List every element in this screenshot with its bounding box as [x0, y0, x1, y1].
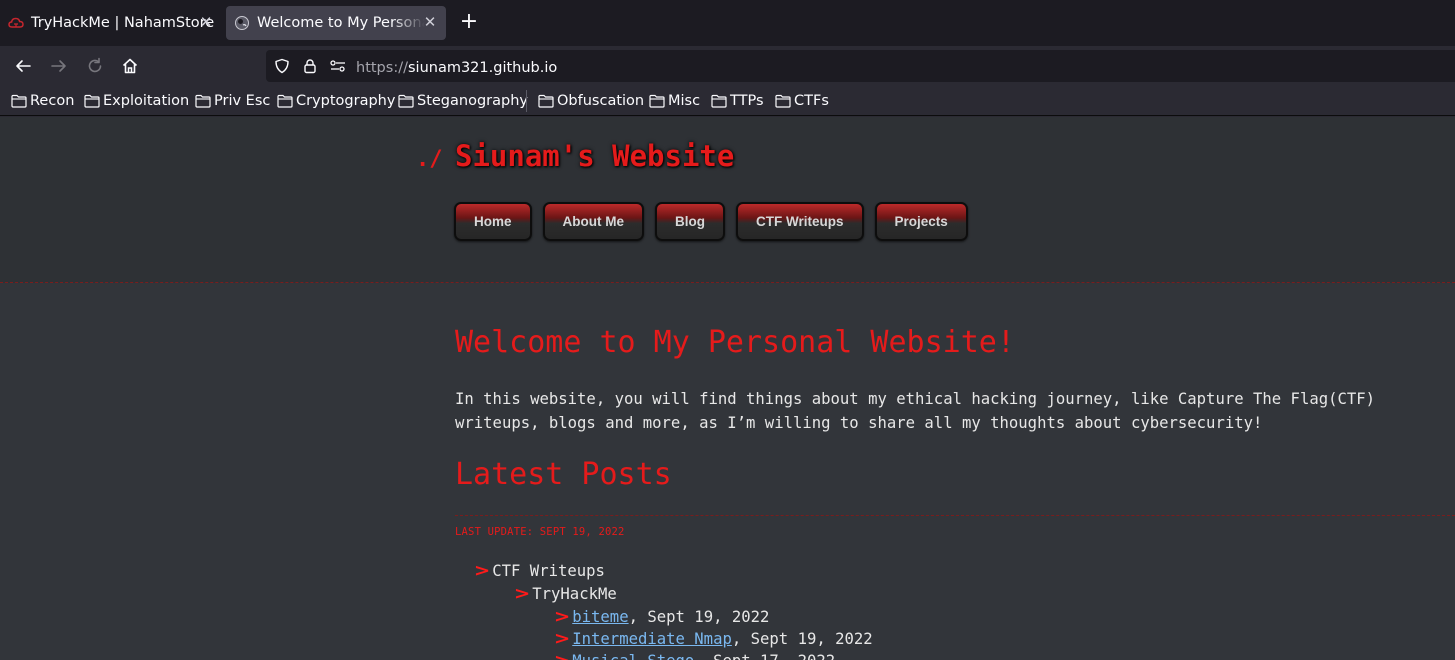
list-item: >Musical Stego, Sept 17, 2022 [554, 650, 835, 660]
bookmark-folder-recon[interactable]: Recon [11, 91, 74, 111]
url-text[interactable]: https://siunam321.github.io [356, 57, 557, 76]
main-content: Welcome to My Personal Website! In this … [455, 323, 1455, 538]
globe-icon [234, 15, 250, 31]
tab-strip: TryHackMe | NahamStore ✕ Welcome to My P… [0, 0, 1455, 46]
intro-paragraph: In this website, you will find things ab… [455, 390, 1376, 432]
bookmarks-toolbar: Recon Exploitation Priv Esc Cryptography… [0, 86, 1455, 116]
last-update-label: LAST UPDATE: SEPT 19, 2022 [455, 526, 625, 538]
welcome-heading: Welcome to My Personal Website! [455, 325, 1015, 360]
navigation-toolbar: https://siunam321.github.io [0, 46, 1455, 86]
bookmark-label: TTPs [730, 93, 764, 109]
tree-node-subsection: > TryHackMe [513, 583, 617, 605]
post-date: , Sept 17, 2022 [694, 652, 835, 660]
reload-icon [88, 57, 102, 73]
bookmark-label: Recon [30, 93, 75, 109]
bookmark-label: Misc [668, 93, 701, 109]
tab-title: TryHackMe | NahamStore [31, 15, 215, 31]
folder-icon [711, 94, 727, 108]
bookmark-folder-steganography[interactable]: Steganography [398, 91, 528, 111]
permissions-icon[interactable] [328, 56, 348, 76]
back-arrow-icon [16, 60, 31, 72]
menu-blog[interactable]: Blog [655, 202, 726, 241]
bookmark-label: Obfuscation [557, 93, 645, 109]
chevron-right-icon: > [473, 561, 491, 581]
menu-projects[interactable]: Projects [874, 202, 968, 241]
bookmark-label: Steganography [417, 93, 528, 109]
back-button[interactable] [11, 54, 35, 78]
bookmark-label: CTFs [794, 93, 829, 109]
tree-node-section: > CTF Writeups [473, 560, 605, 582]
url-scheme: https:// [356, 59, 408, 76]
home-button[interactable] [118, 54, 142, 78]
bookmark-folder-ctfs[interactable]: CTFs [775, 91, 829, 111]
reload-button[interactable] [83, 54, 107, 78]
latest-posts-heading: Latest Posts [455, 457, 672, 492]
bookmark-label: Exploitation [103, 93, 190, 109]
menu-home[interactable]: Home [454, 202, 532, 241]
url-host: siunam321.github.io [407, 59, 558, 76]
site-header: ./ Siunam's Website Home About Me Blog C… [0, 117, 1455, 283]
new-tab-button[interactable]: + [457, 11, 481, 35]
post-link[interactable]: Intermediate Nmap [572, 630, 732, 648]
folder-icon [84, 94, 100, 108]
folder-icon [538, 94, 554, 108]
bookmark-label: Cryptography [296, 93, 396, 109]
forward-arrow-icon [51, 60, 66, 72]
folder-icon [277, 94, 293, 108]
bookmark-folder-priv-esc[interactable]: Priv Esc [195, 91, 270, 111]
tree-subsection-label: TryHackMe [532, 585, 617, 603]
forward-button[interactable] [47, 54, 71, 78]
bookmark-folder-ttps[interactable]: TTPs [711, 91, 764, 111]
close-tab-icon[interactable]: ✕ [198, 14, 214, 30]
folder-icon [775, 94, 791, 108]
folder-icon [398, 94, 414, 108]
bookmark-folder-cryptography[interactable]: Cryptography [277, 91, 395, 111]
chevron-right-icon: > [554, 651, 570, 660]
folder-icon [195, 94, 211, 108]
lock-icon[interactable] [300, 56, 320, 76]
site-menu: Home About Me Blog CTF Writeups Projects [454, 202, 979, 241]
tab-personal-website[interactable]: Welcome to My Personal Website ✕ [226, 6, 446, 40]
post-link[interactable]: Musical Stego [572, 652, 694, 660]
tab-title: Welcome to My Personal Website [257, 15, 425, 31]
shield-icon[interactable] [272, 56, 292, 76]
bookmark-folder-obfuscation[interactable]: Obfuscation [538, 91, 644, 111]
home-icon [122, 58, 138, 74]
menu-about-me[interactable]: About Me [542, 202, 645, 241]
url-bar[interactable]: https://siunam321.github.io [266, 50, 1455, 82]
close-tab-icon[interactable]: ✕ [422, 14, 438, 30]
chevron-right-icon: > [553, 629, 571, 649]
tree-section-label: CTF Writeups [492, 562, 605, 580]
web-page: ./ Siunam's Website Home About Me Blog C… [0, 117, 1455, 660]
bookmark-folder-misc[interactable]: Misc [649, 91, 700, 111]
list-item: > Intermediate Nmap, Sept 19, 2022 [553, 628, 873, 650]
folder-icon [11, 94, 27, 108]
post-date: , Sept 19, 2022 [628, 608, 770, 626]
list-item: > biteme, Sept 19, 2022 [553, 606, 770, 628]
site-title[interactable]: Siunam's Website [455, 139, 734, 173]
post-date: , Sept 19, 2022 [731, 630, 873, 648]
bookmark-label: Priv Esc [214, 93, 271, 109]
post-link[interactable]: biteme [572, 608, 628, 626]
tryhackme-cloud-icon [8, 15, 24, 31]
terminal-prompt: ./ [416, 147, 443, 172]
folder-icon [649, 94, 665, 108]
tab-tryhackme[interactable]: TryHackMe | NahamStore ✕ [0, 6, 222, 40]
chevron-right-icon: > [513, 584, 531, 604]
bookmark-separator [526, 90, 527, 112]
chevron-right-icon: > [553, 607, 571, 627]
bookmark-folder-exploitation[interactable]: Exploitation [84, 91, 189, 111]
menu-ctf-writeups[interactable]: CTF Writeups [736, 202, 864, 241]
section-divider [455, 515, 1455, 516]
